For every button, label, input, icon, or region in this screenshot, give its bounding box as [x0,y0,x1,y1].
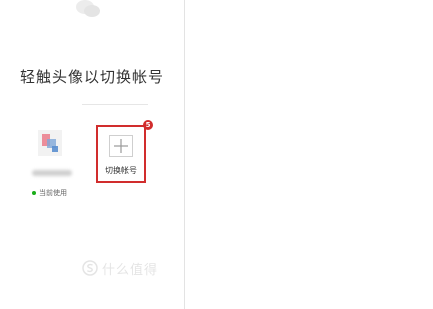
page-title: 轻触头像以切换帐号 [19,68,164,86]
main-content-area [185,0,433,309]
title-divider [82,104,148,105]
plus-icon [114,139,128,153]
step-number-badge: 5 [143,120,153,130]
watermark-text: 什么值得 [102,262,159,278]
watermark: 什么值得 [82,259,159,278]
account-switch-panel: 轻触头像以切换帐号 当前使用 切换帐号 5 什么值得 [0,0,184,309]
plus-icon-box [109,135,133,157]
status-dot-icon [32,191,36,195]
watermark-s-icon [82,260,98,276]
current-status: 当前使用 [32,188,67,198]
account-name-redacted [32,170,72,176]
current-account[interactable]: 当前使用 [24,126,76,204]
switch-account-button[interactable]: 切换帐号 [96,125,146,183]
switch-account-label: 切换帐号 [105,166,137,175]
avatar [38,130,62,156]
status-text: 当前使用 [39,189,67,197]
wechat-logo-icon [76,0,100,17]
